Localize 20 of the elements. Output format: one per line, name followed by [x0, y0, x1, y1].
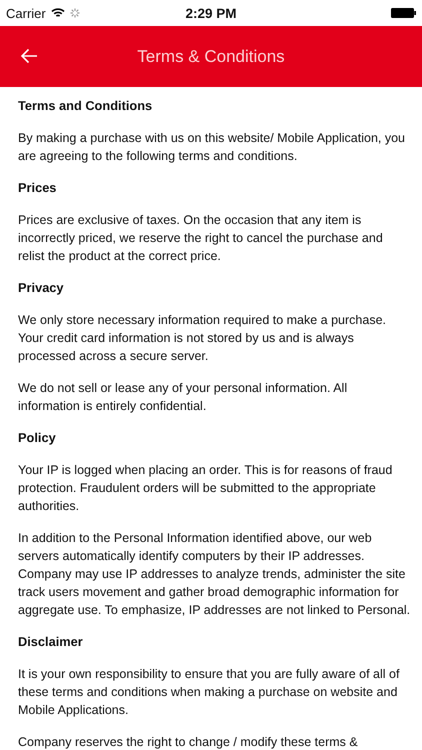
- paragraph: In addition to the Personal Information identified above, our web servers automatically identify computers by their IP addresses. Company may use IP addresses to analyze trends, administer the site track users movement and gather broad demographic information for aggregate use. To emphasize, IP addresses are not linked to Personal.: [18, 530, 410, 619]
- section-heading: Terms and Conditions: [18, 97, 152, 115]
- section-heading: Privacy: [18, 279, 64, 297]
- paragraph: Prices are exclusive of taxes. On the occasion that any item is incorrectly priced, we reserve the right to cancel the purchase and relist the product at the correct price.: [18, 212, 383, 265]
- carrier-label: Carrier: [6, 6, 46, 20]
- paragraph: We only store necessary information required to make a purchase. Your credit card information is not stored by us and is always processed across a secure server.: [18, 312, 386, 365]
- battery-icon: [391, 8, 416, 18]
- clock: 2:29 PM: [185, 6, 237, 20]
- section-heading: Prices: [18, 179, 56, 197]
- paragraph: We do not sell or lease any of your personal information. All information is entirely confidential.: [18, 380, 348, 415]
- back-button[interactable]: [18, 46, 40, 66]
- section-heading: Policy: [18, 429, 56, 447]
- paragraph: By making a purchase with us on this website/ Mobile Application, you are agreeing to the following terms and conditions.: [18, 130, 406, 165]
- spinner-icon: [70, 8, 80, 18]
- nav-title: Terms & Conditions: [137, 46, 285, 66]
- section-heading: Disclaimer: [18, 633, 83, 651]
- paragraph: It is your own responsibility to ensure that you are fully aware of all of these terms and conditions when making a purchase on website and Mobile Applications.: [18, 666, 400, 719]
- wifi-icon: [50, 8, 65, 18]
- paragraph: Your IP is logged when placing an order. This is for reasons of fraud protection. Fraudulent orders will be submitted to the appropriate authorities.: [18, 462, 392, 515]
- paragraph: Company reserves the right to change / modify these terms &: [18, 734, 358, 750]
